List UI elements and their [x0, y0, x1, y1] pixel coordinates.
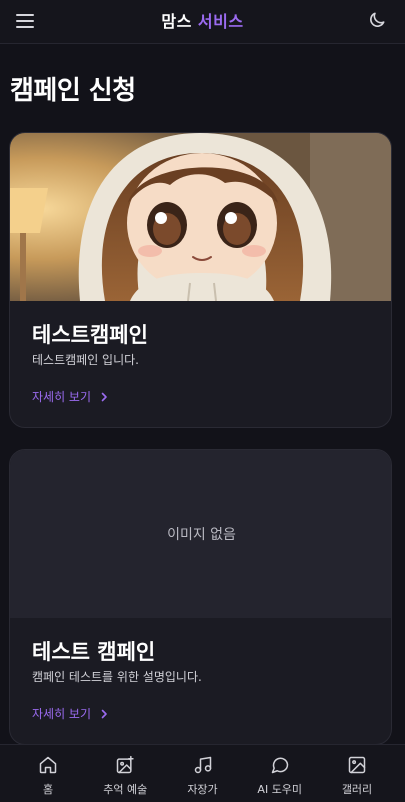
nav-label: 갤러리 — [341, 783, 373, 796]
moon-icon[interactable] — [367, 10, 387, 30]
view-details-link[interactable]: 자세히 보기 — [32, 705, 109, 722]
nav-item-memory-art[interactable]: 추억 예술 — [89, 745, 161, 802]
view-details-label: 자세히 보기 — [32, 707, 92, 721]
view-details-link[interactable]: 자세히 보기 — [32, 388, 109, 405]
campaign-card[interactable]: 이미지 없음 테스트 캠페인 캠페인 테스트를 위한 설명입니다. 자세히 보기 — [9, 449, 392, 745]
chevron-right-icon — [101, 392, 107, 401]
music-note-icon — [194, 756, 211, 774]
campaign-description: 캠페인 테스트를 위한 설명입니다. — [32, 670, 202, 684]
no-image-text: 이미지 없음 — [167, 527, 236, 543]
page-title: 캠페인 신청 — [10, 76, 136, 106]
brand-name-part1: 맘스 — [161, 12, 192, 31]
image-placeholder: 이미지 없음 — [10, 450, 391, 618]
campaign-title: 테스트 캠페인 — [32, 640, 156, 664]
bottom-navigation: 홈 추억 예술 자장가 AI 도우미 갤러리 — [0, 744, 405, 802]
top-bar: 맘스 서비스 — [0, 0, 405, 44]
campaign-card[interactable]: 테스트캠페인 테스트캠페인 입니다. 자세히 보기 — [9, 132, 392, 428]
nav-item-home[interactable]: 홈 — [12, 745, 84, 802]
campaign-title: 테스트캠페인 — [32, 323, 148, 347]
gallery-icon — [348, 756, 366, 774]
image-sparkle-icon — [117, 755, 134, 774]
chevron-right-icon — [101, 709, 107, 718]
home-icon — [39, 756, 57, 774]
nav-label: 홈 — [42, 783, 54, 796]
nav-label: 추억 예술 — [103, 783, 148, 796]
brand-logo[interactable]: 맘스 서비스 — [0, 8, 405, 32]
view-details-label: 자세히 보기 — [32, 390, 92, 404]
campaign-description: 테스트캠페인 입니다. — [32, 353, 139, 367]
nav-item-lullaby[interactable]: 자장가 — [167, 745, 239, 802]
chat-bubble-icon — [271, 757, 288, 774]
nav-item-gallery[interactable]: 갤러리 — [321, 745, 393, 802]
campaign-image — [10, 133, 391, 301]
nav-label: 자장가 — [187, 783, 218, 796]
nav-item-ai-assistant[interactable]: AI 도우미 — [244, 745, 316, 802]
brand-name-part2: 서비스 — [197, 12, 244, 31]
nav-label: AI 도우미 — [257, 783, 303, 796]
